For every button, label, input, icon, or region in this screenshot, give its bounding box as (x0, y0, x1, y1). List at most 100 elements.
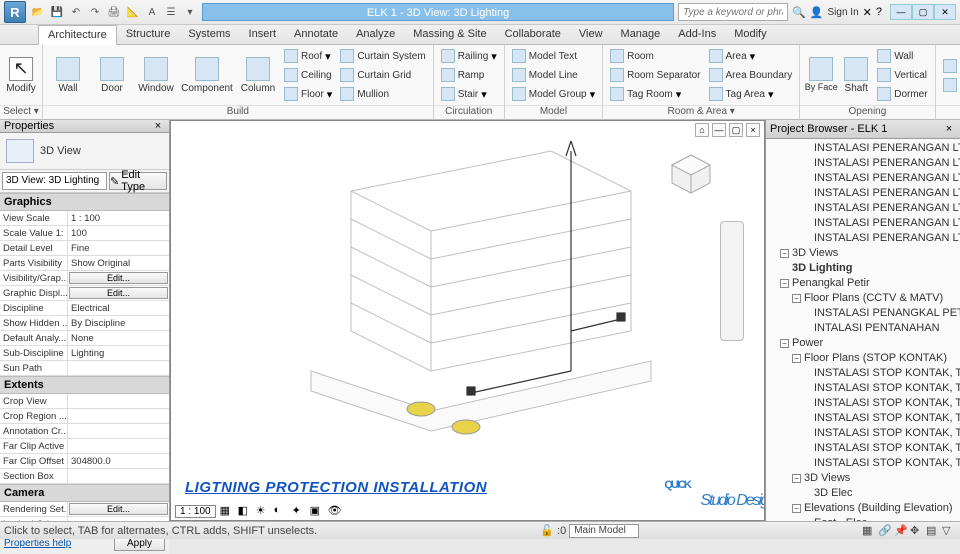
property-row[interactable]: Default Analy...None (0, 331, 169, 346)
tag-room-button[interactable]: Tag Room ▾ (607, 85, 703, 103)
browser-tree[interactable]: INSTALASI PENERANGAN LT. 1INSTALASI PENE… (766, 139, 960, 521)
model-text-button[interactable]: Model Text (509, 47, 598, 65)
tree-node[interactable]: −Elevations (Building Elevation) (766, 501, 960, 516)
view-home-icon[interactable]: ⌂ (695, 123, 709, 137)
dormer-button[interactable]: Dormer (874, 85, 930, 103)
redo-icon[interactable]: ↷ (87, 4, 103, 20)
type-selector[interactable]: 3D View (0, 133, 169, 170)
tree-toggle-icon[interactable]: − (792, 294, 801, 303)
crop-icon[interactable]: ▣ (310, 504, 324, 518)
grid-button[interactable]: Grid (940, 76, 960, 94)
save-icon[interactable]: 💾 (49, 4, 65, 20)
drawing-canvas[interactable]: ⌂ — ▢ × (170, 120, 765, 521)
property-row[interactable]: Crop Region ... (0, 409, 169, 424)
tree-node[interactable]: INTALASI PENTANAHAN (766, 321, 960, 336)
wall-button[interactable]: Wall (47, 48, 89, 103)
tree-node[interactable]: INSTALASI PENERANGAN LT. 2 (766, 156, 960, 171)
property-row[interactable]: Rendering Set...Edit... (0, 502, 169, 517)
tab-collaborate[interactable]: Collaborate (496, 25, 570, 44)
edit-type-button[interactable]: ✎Edit Type (109, 172, 167, 190)
area-button[interactable]: Area ▾ (706, 47, 796, 65)
tab-structure[interactable]: Structure (117, 25, 180, 44)
curtain-grid-button[interactable]: Curtain Grid (337, 66, 428, 84)
property-row[interactable]: Far Clip Active (0, 439, 169, 454)
tab-view[interactable]: View (570, 25, 612, 44)
close-button[interactable]: ✕ (934, 4, 956, 20)
tree-node[interactable]: 3D Elec (766, 486, 960, 501)
minimize-button[interactable]: — (890, 4, 912, 20)
graphics-head[interactable]: Graphics (0, 193, 169, 211)
shaft-button[interactable]: Shaft (840, 48, 872, 103)
tree-node[interactable]: −Floor Plans (CCTV & MATV) (766, 291, 960, 306)
properties-help-link[interactable]: Properties help (4, 538, 71, 549)
by-face-button[interactable]: By Face (804, 48, 838, 103)
room-separator-button[interactable]: Room Separator (607, 66, 703, 84)
drag-icon[interactable]: ✥ (910, 524, 924, 538)
property-row[interactable]: Show Hidden ...By Discipline (0, 316, 169, 331)
tab-annotate[interactable]: Annotate (285, 25, 347, 44)
instance-combo[interactable]: 3D View: 3D Lighting (2, 172, 107, 190)
properties-close-icon[interactable]: × (151, 120, 165, 132)
tree-node[interactable]: INSTALASI PENERANGAN LT. 3 (766, 171, 960, 186)
ceiling-button[interactable]: Ceiling (281, 66, 335, 84)
exchange-icon[interactable]: ✕ (863, 6, 872, 19)
edit-button[interactable]: Edit... (69, 287, 168, 299)
properties-header[interactable]: Properties × (0, 120, 169, 133)
filter-icon[interactable]: ▦ (862, 524, 876, 538)
tab-analyze[interactable]: Analyze (347, 25, 404, 44)
link-icon[interactable]: 🔗 (878, 524, 892, 538)
room-button[interactable]: Room (607, 47, 703, 65)
shadows-icon[interactable]: ◐ (274, 504, 288, 518)
browser-header[interactable]: Project Browser - ELK 1 × (766, 120, 960, 139)
model-line-button[interactable]: Model Line (509, 66, 598, 84)
undo-icon[interactable]: ↶ (68, 4, 84, 20)
view-min-icon[interactable]: — (712, 123, 726, 137)
panel-room-title[interactable]: Room & Area ▾ (603, 105, 799, 119)
render-icon[interactable]: ✦ (292, 504, 306, 518)
property-row[interactable]: Annotation Cr... (0, 424, 169, 439)
print-icon[interactable]: 🖨 (106, 4, 122, 20)
tree-node[interactable]: INSTALASI STOP KONTAK, TELEPO (766, 456, 960, 471)
door-button[interactable]: Door (91, 48, 133, 103)
app-menu-button[interactable]: R (4, 1, 26, 23)
tree-node[interactable]: −Power (766, 336, 960, 351)
component-button[interactable]: Component (179, 48, 235, 103)
property-row[interactable]: Crop View (0, 394, 169, 409)
opening-wall-button[interactable]: Wall (874, 47, 930, 65)
tree-toggle-icon[interactable]: − (792, 474, 801, 483)
tree-node[interactable]: INSTALASI PENERANGAN LT. 5 (766, 201, 960, 216)
visual-style-icon[interactable]: ◧ (238, 504, 252, 518)
tag-area-button[interactable]: Tag Area ▾ (706, 85, 796, 103)
tab-architecture[interactable]: Architecture (38, 25, 117, 45)
hide-icon[interactable]: 👁 (328, 504, 342, 518)
property-row[interactable]: Scale Value 1:100 (0, 226, 169, 241)
user-icon[interactable]: 👤 (810, 6, 824, 19)
ramp-button[interactable]: Ramp (438, 66, 500, 84)
tree-node[interactable]: INSTALASI PENANGKAL PETIR (766, 306, 960, 321)
vertical-button[interactable]: Vertical (874, 66, 930, 84)
property-row[interactable]: DisciplineElectrical (0, 301, 169, 316)
column-button[interactable]: Column (237, 48, 279, 103)
property-row[interactable]: Graphic Displ...Edit... (0, 286, 169, 301)
property-row[interactable]: Visibility/Grap...Edit... (0, 271, 169, 286)
tree-toggle-icon[interactable]: − (792, 504, 801, 513)
tree-node[interactable]: INSTALASI STOP KONTAK, TELEPO (766, 426, 960, 441)
tree-node[interactable]: INSTALASI STOP KONTAK, TELEPO (766, 381, 960, 396)
select-by-face-icon[interactable]: ▤ (926, 524, 940, 538)
maximize-button[interactable]: ▢ (912, 4, 934, 20)
modify-button[interactable]: Modify (4, 48, 38, 103)
property-row[interactable]: Sun Path (0, 361, 169, 376)
tree-node[interactable]: 3D Lighting (766, 261, 960, 276)
tree-node[interactable]: INSTALASI STOP KONTAK, TELEPO (766, 411, 960, 426)
sign-in-link[interactable]: Sign In (828, 7, 859, 18)
tree-node[interactable]: −3D Views (766, 246, 960, 261)
floor-button[interactable]: Floor ▾ (281, 85, 335, 103)
search-input[interactable] (678, 3, 788, 21)
tree-node[interactable]: INSTALASI PENERANGAN LT. 4 (766, 186, 960, 201)
tab-systems[interactable]: Systems (179, 25, 239, 44)
edit-button[interactable]: Edit... (69, 272, 168, 284)
panel-select-title[interactable]: Select ▾ (0, 105, 42, 119)
area-boundary-button[interactable]: Area Boundary (706, 66, 796, 84)
tree-node[interactable]: INSTALASI PENERANGAN LT. 1 (766, 141, 960, 156)
property-row[interactable]: View Scale1 : 100 (0, 211, 169, 226)
